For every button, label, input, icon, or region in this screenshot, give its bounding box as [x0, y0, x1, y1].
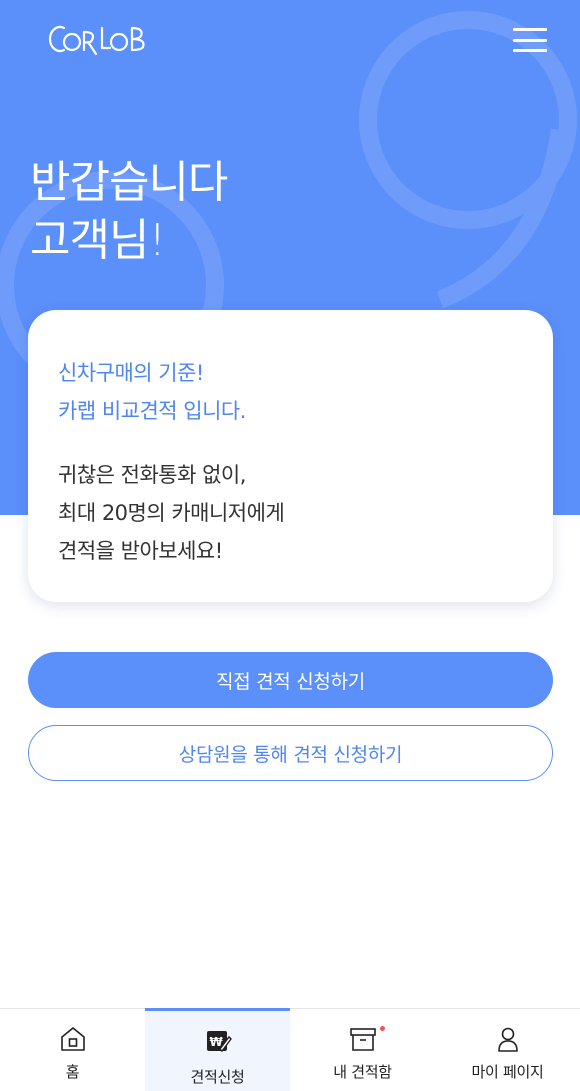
carlab-logo[interactable]	[44, 20, 154, 60]
bottom-tab-bar: 홈 ₩ 견적신청 내 견적함 마이 페이지	[0, 1008, 580, 1091]
tab-home-label: 홈	[65, 1063, 80, 1081]
tab-quote-request[interactable]: ₩ 견적신청	[145, 1008, 290, 1091]
body-line-1: 귀찮은 전화통화 없이,	[58, 463, 246, 487]
menu-line	[513, 49, 547, 52]
tab-my-quotes[interactable]: 내 견적함	[290, 1009, 435, 1091]
notification-badge	[380, 1026, 385, 1031]
menu-line	[513, 38, 547, 42]
card-description: 귀찮은 전화통화 없이, 최대 20명의 카매니저에게 견적을 받아보세요!	[58, 456, 285, 570]
menu-line	[513, 28, 547, 31]
tab-quote-request-label: 견적신청	[190, 1068, 245, 1086]
greeting-line-1: 반갑습니다	[30, 157, 228, 208]
highlight-line-1: 신차구매의 기준!	[58, 361, 204, 385]
direct-quote-button[interactable]: 직접 견적 신청하기	[28, 652, 553, 708]
user-icon	[497, 1027, 518, 1052]
tab-home[interactable]: 홈	[0, 1009, 145, 1091]
home-icon	[60, 1027, 85, 1051]
body-line-3: 견적을 받아보세요!	[58, 539, 223, 563]
quote-request-icon: ₩	[206, 1031, 232, 1053]
greeting-line-2: 고객님!	[30, 215, 166, 266]
tab-my-page[interactable]: 마이 페이지	[435, 1009, 580, 1091]
tab-my-quotes-label: 내 견적함	[333, 1063, 392, 1081]
highlight-line-2: 카랩 비교견적 입니다.	[58, 399, 246, 423]
card-highlight: 신차구매의 기준! 카랩 비교견적 입니다.	[58, 354, 246, 430]
body-line-2: 최대 20명의 카매니저에게	[58, 501, 285, 525]
greeting-heading: 반갑습니다 고객님!	[30, 154, 228, 270]
counselor-quote-button[interactable]: 상담원을 통해 견적 신청하기	[28, 725, 553, 781]
intro-card: 신차구매의 기준! 카랩 비교견적 입니다. 귀찮은 전화통화 없이, 최대 2…	[28, 310, 553, 602]
quote-box-icon	[349, 1028, 376, 1051]
tab-my-page-label: 마이 페이지	[471, 1063, 544, 1081]
hamburger-menu-icon[interactable]	[506, 24, 554, 56]
